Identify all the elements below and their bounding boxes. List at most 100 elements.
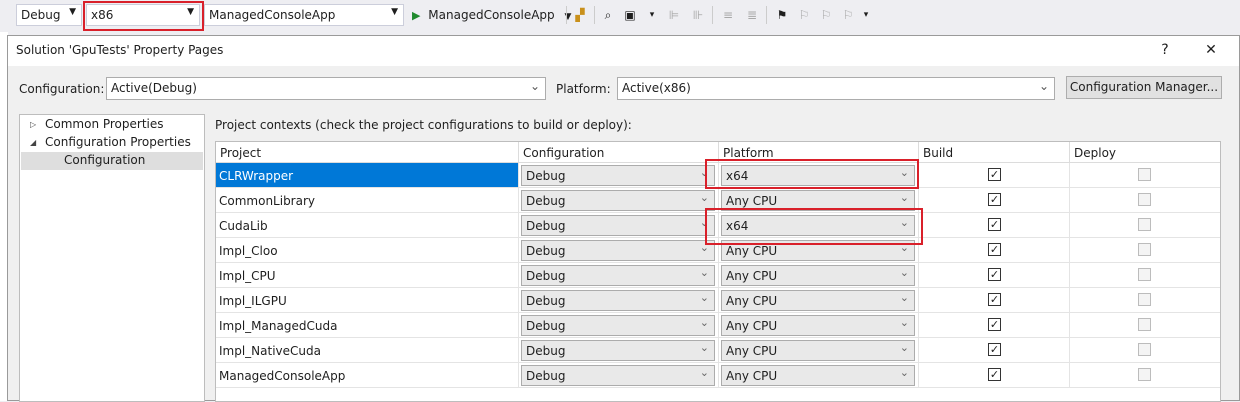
column-header-project: Project: [216, 142, 519, 163]
build-checkbox[interactable]: ✓: [988, 243, 1001, 256]
vs-toolbar: Debug ▼ x86 ▼ ManagedConsoleApp ▼ ▶ Mana…: [0, 0, 1240, 32]
previous-bookmark-icon[interactable]: ⚐: [796, 7, 812, 23]
close-button[interactable]: ✕: [1199, 39, 1223, 61]
table-row[interactable]: ManagedConsoleApp Debug ⌄ Any CPU ⌄ ✓: [216, 363, 1220, 388]
configuration-label: Configuration:: [19, 82, 105, 96]
row-configuration-combo[interactable]: Debug ⌄: [521, 365, 715, 386]
startup-project-value: ManagedConsoleApp: [209, 8, 336, 22]
row-configuration-combo[interactable]: Debug ⌄: [521, 165, 715, 186]
tree-item-common-properties[interactable]: Common Properties: [45, 117, 164, 131]
next-bookmark-icon[interactable]: ⚐: [818, 7, 834, 23]
window-icon[interactable]: ▣: [622, 7, 638, 23]
expand-arrow-icon[interactable]: ▷: [30, 120, 36, 129]
row-platform-value: Any CPU: [726, 194, 778, 208]
start-target-label: ManagedConsoleApp: [428, 8, 555, 22]
row-configuration-combo[interactable]: Debug ⌄: [521, 340, 715, 361]
bookmark-icon[interactable]: ⚑: [774, 7, 790, 23]
row-platform-value: Any CPU: [726, 294, 778, 308]
platform-cell: Any CPU ⌄: [719, 288, 919, 313]
toolbar-separator: [766, 6, 767, 24]
tree-item-configuration-properties[interactable]: Configuration Properties: [45, 135, 191, 149]
table-row[interactable]: Impl_CPU Debug ⌄ Any CPU ⌄ ✓: [216, 263, 1220, 288]
chevron-down-icon: ⌄: [899, 316, 909, 329]
build-checkbox[interactable]: ✓: [988, 168, 1001, 181]
row-configuration-combo[interactable]: Debug ⌄: [521, 290, 715, 311]
build-checkbox[interactable]: ✓: [988, 343, 1001, 356]
help-button[interactable]: ?: [1153, 39, 1177, 61]
row-platform-value: Any CPU: [726, 319, 778, 333]
project-name-cell[interactable]: Impl_NativeCuda: [216, 338, 519, 363]
build-checkbox[interactable]: ✓: [988, 368, 1001, 381]
indent-icon[interactable]: ⊫: [666, 7, 682, 23]
build-checkbox[interactable]: ✓: [988, 318, 1001, 331]
deploy-cell: [1070, 213, 1220, 238]
attach-icon[interactable]: ▞: [572, 7, 588, 23]
project-name-cell[interactable]: ManagedConsoleApp: [216, 363, 519, 388]
row-configuration-combo[interactable]: Debug ⌄: [521, 190, 715, 211]
solution-config-combo[interactable]: Debug ▼: [16, 4, 82, 26]
clear-bookmarks-icon[interactable]: ⚐: [840, 7, 856, 23]
row-configuration-value: Debug: [526, 319, 566, 333]
configuration-cell: Debug ⌄: [519, 338, 719, 363]
build-checkbox[interactable]: ✓: [988, 268, 1001, 281]
find-in-files-icon[interactable]: ⌕: [600, 7, 616, 23]
project-name-cell[interactable]: CudaLib: [216, 213, 519, 238]
row-configuration-value: Debug: [526, 369, 566, 383]
tree-item-configuration[interactable]: Configuration: [64, 153, 145, 167]
deploy-cell: [1070, 263, 1220, 288]
build-cell: ✓: [919, 338, 1070, 363]
row-platform-value: Any CPU: [726, 269, 778, 283]
row-configuration-value: Debug: [526, 344, 566, 358]
table-row[interactable]: Impl_ILGPU Debug ⌄ Any CPU ⌄ ✓: [216, 288, 1220, 313]
platform-combo[interactable]: Active(x86) ⌄: [617, 77, 1055, 100]
row-platform-combo[interactable]: Any CPU ⌄: [721, 315, 915, 336]
uncomment-icon[interactable]: ≣: [744, 7, 760, 23]
chevron-down-icon: ▼: [69, 7, 76, 17]
build-checkbox[interactable]: ✓: [988, 193, 1001, 206]
outdent-icon[interactable]: ⊪: [690, 7, 706, 23]
chevron-down-icon[interactable]: ▾: [858, 7, 874, 23]
row-platform-combo[interactable]: Any CPU ⌄: [721, 290, 915, 311]
configuration-manager-button[interactable]: Configuration Manager...: [1066, 76, 1222, 99]
platform-value: Active(x86): [622, 81, 691, 95]
configuration-value: Active(Debug): [111, 81, 197, 95]
configuration-cell: Debug ⌄: [519, 238, 719, 263]
project-name-cell[interactable]: Impl_Cloo: [216, 238, 519, 263]
column-header-build: Build: [919, 142, 1070, 163]
table-row[interactable]: Impl_ManagedCuda Debug ⌄ Any CPU ⌄ ✓: [216, 313, 1220, 338]
configuration-cell: Debug ⌄: [519, 163, 719, 188]
row-platform-combo[interactable]: Any CPU ⌄: [721, 365, 915, 386]
build-checkbox[interactable]: ✓: [988, 293, 1001, 306]
project-name-cell[interactable]: Impl_CPU: [216, 263, 519, 288]
row-configuration-combo[interactable]: Debug ⌄: [521, 265, 715, 286]
collapse-arrow-icon[interactable]: ◢: [30, 138, 36, 147]
build-cell: ✓: [919, 213, 1070, 238]
table-row[interactable]: Impl_NativeCuda Debug ⌄ Any CPU ⌄ ✓: [216, 338, 1220, 363]
project-name-cell[interactable]: Impl_ILGPU: [216, 288, 519, 313]
project-name-cell[interactable]: CLRWrapper: [216, 163, 519, 188]
start-debugging-button[interactable]: ▶ ManagedConsoleApp ▼: [412, 5, 571, 25]
row-platform-combo[interactable]: Any CPU ⌄: [721, 340, 915, 361]
build-checkbox[interactable]: ✓: [988, 218, 1001, 231]
deploy-cell: [1070, 188, 1220, 213]
row-platform-combo[interactable]: Any CPU ⌄: [721, 265, 915, 286]
toolbar-separator: [566, 6, 567, 24]
row-configuration-value: Debug: [526, 194, 566, 208]
project-name-cell[interactable]: Impl_ManagedCuda: [216, 313, 519, 338]
configuration-combo[interactable]: Active(Debug) ⌄: [106, 77, 546, 100]
project-name-cell[interactable]: CommonLibrary: [216, 188, 519, 213]
build-cell: ✓: [919, 263, 1070, 288]
column-header-configuration: Configuration: [519, 142, 719, 163]
startup-project-combo[interactable]: ManagedConsoleApp ▼: [204, 4, 404, 26]
configuration-cell: Debug ⌄: [519, 363, 719, 388]
highlight-box: [705, 159, 919, 189]
chevron-down-icon[interactable]: ▾: [644, 7, 660, 23]
row-platform-value: Any CPU: [726, 369, 778, 383]
row-configuration-combo[interactable]: Debug ⌄: [521, 240, 715, 261]
solution-config-value: Debug: [21, 8, 61, 22]
deploy-cell: [1070, 313, 1220, 338]
deploy-checkbox: [1138, 243, 1151, 256]
row-configuration-combo[interactable]: Debug ⌄: [521, 215, 715, 236]
row-configuration-combo[interactable]: Debug ⌄: [521, 315, 715, 336]
comment-icon[interactable]: ≡: [720, 7, 736, 23]
